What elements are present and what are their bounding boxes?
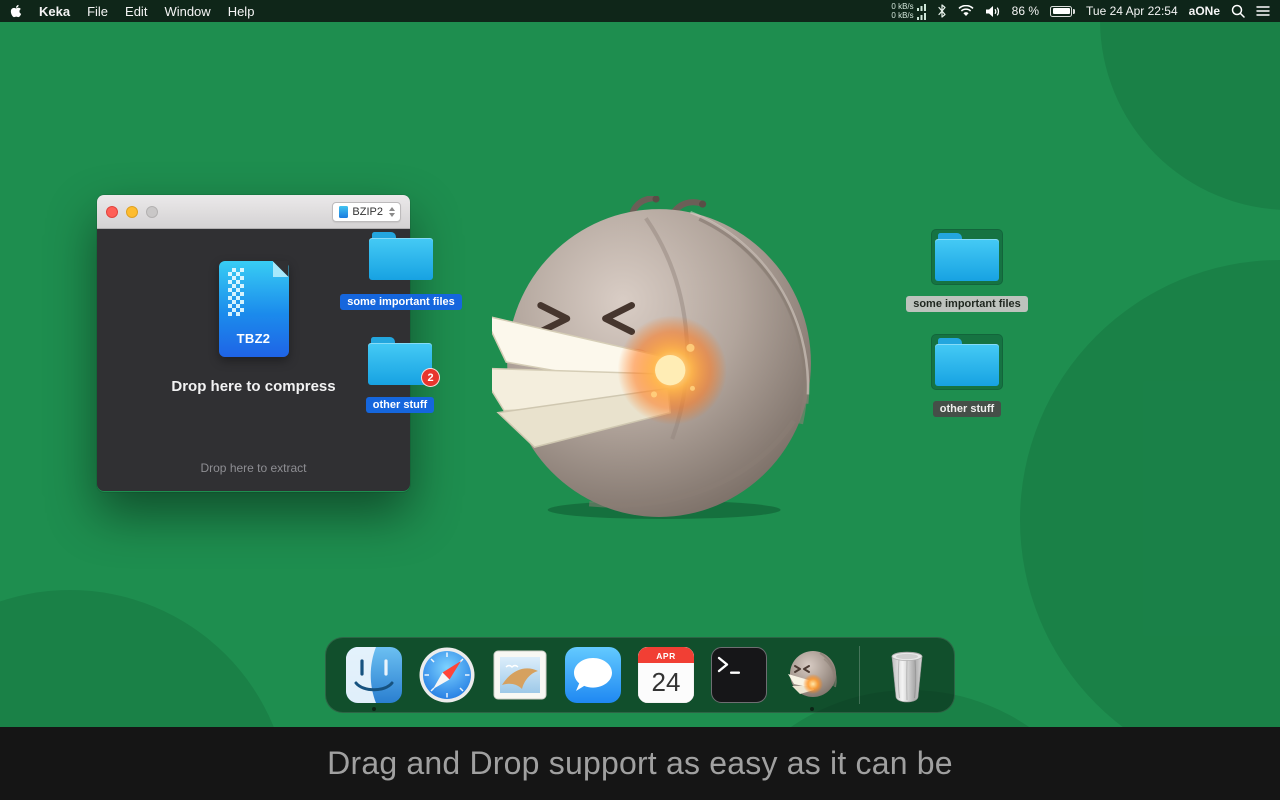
- user-account-menu[interactable]: aONe: [1189, 4, 1220, 18]
- desktop: Keka File Edit Window Help 0 kB/s 0 kB/s: [0, 0, 1280, 800]
- wifi-icon[interactable]: [958, 5, 974, 17]
- finder-icon: [345, 647, 402, 703]
- format-select[interactable]: BZIP2: [332, 201, 401, 222]
- archive-file-icon: [339, 205, 349, 218]
- close-button[interactable]: [106, 205, 118, 218]
- compress-hint: Drop here to compress: [171, 378, 336, 395]
- bluetooth-icon[interactable]: [937, 4, 947, 18]
- menu-item-edit[interactable]: Edit: [125, 4, 147, 19]
- folder-label: some important files: [906, 296, 1028, 312]
- network-down-speed: 0 kB/s: [891, 10, 914, 20]
- bar-graph-icon: [916, 12, 926, 20]
- calendar-day: 24: [651, 667, 680, 697]
- file-type-label: TBZ2: [236, 331, 271, 346]
- running-indicator: [809, 707, 814, 711]
- folder-icon: 2: [368, 337, 440, 387]
- dock-item-trash[interactable]: [879, 647, 935, 703]
- spotlight-search-icon[interactable]: [1231, 4, 1245, 18]
- calendar-icon: APR 24: [637, 646, 694, 704]
- safari-icon: [419, 647, 474, 703]
- folder-label: other stuff: [932, 401, 1002, 417]
- battery-percentage: 86 %: [1011, 4, 1040, 18]
- dock-separator: [858, 646, 860, 704]
- drag-label: other stuff: [365, 397, 435, 413]
- folder-icon: [935, 233, 999, 281]
- battery-icon[interactable]: [1050, 5, 1076, 17]
- format-select-value: BZIP2: [352, 205, 383, 218]
- keka-app-icon: [787, 651, 837, 697]
- dock-item-safari[interactable]: [419, 647, 475, 703]
- background-circle: [1020, 260, 1280, 780]
- app-menu-title[interactable]: Keka: [39, 4, 70, 19]
- dock-item-messages[interactable]: [564, 647, 621, 703]
- calendar-month: APR: [656, 651, 675, 661]
- apple-menu-icon[interactable]: [10, 4, 22, 18]
- mail-stamp-icon: [493, 650, 546, 700]
- dock-item-finder[interactable]: [345, 647, 402, 711]
- bar-graph-icon: [916, 3, 926, 11]
- selection-highlight: [932, 230, 1002, 284]
- keka-mascot-illustration: [476, 194, 816, 520]
- extract-drop-zone[interactable]: Drop here to extract: [97, 461, 410, 475]
- menu-item-file[interactable]: File: [87, 4, 108, 19]
- network-up-speed: 0 kB/s: [891, 1, 914, 11]
- caption-text: Drag and Drop support as easy as it can …: [327, 745, 953, 781]
- selection-highlight: [932, 335, 1002, 389]
- folder-icon: [935, 338, 999, 386]
- volume-icon[interactable]: [985, 5, 1001, 18]
- window-titlebar[interactable]: BZIP2: [97, 195, 410, 229]
- menu-bar: Keka File Edit Window Help 0 kB/s 0 kB/s: [0, 0, 1280, 22]
- notification-center-icon[interactable]: [1256, 5, 1270, 17]
- running-indicator: [371, 707, 376, 711]
- dragged-folder-other-stuff[interactable]: 2 other stuff: [352, 337, 448, 413]
- dock-item-mail[interactable]: [492, 647, 548, 703]
- menu-bar-clock[interactable]: Tue 24 Apr 22:54: [1086, 4, 1178, 18]
- desktop-folder-important-files[interactable]: some important files: [897, 230, 1037, 312]
- caption-bar: Drag and Drop support as easy as it can …: [0, 727, 1280, 800]
- network-throughput-menulet[interactable]: 0 kB/s 0 kB/s: [891, 1, 926, 20]
- dock-item-keka[interactable]: [784, 647, 840, 711]
- folder-icon: [369, 232, 433, 280]
- menu-item-help[interactable]: Help: [228, 4, 255, 19]
- item-count-badge: 2: [421, 368, 440, 387]
- dock-item-terminal[interactable]: [710, 647, 767, 703]
- checker-pattern: [227, 268, 244, 316]
- chevron-up-down-icon: [389, 206, 395, 217]
- zoom-button[interactable]: [146, 205, 158, 218]
- drag-label: some important files: [340, 294, 462, 310]
- tbz2-file-icon: TBZ2: [218, 261, 289, 357]
- menu-item-window[interactable]: Window: [164, 4, 210, 19]
- traffic-lights: [106, 205, 158, 218]
- trash-icon: [891, 651, 922, 703]
- dock-item-calendar[interactable]: APR 24: [637, 646, 694, 704]
- dragged-folder-important-files[interactable]: some important files: [340, 232, 462, 310]
- background-circle: [1100, 0, 1280, 210]
- desktop-folder-other-stuff[interactable]: other stuff: [897, 335, 1037, 417]
- messages-icon: [564, 647, 621, 703]
- dock: APR 24: [325, 637, 955, 713]
- minimize-button[interactable]: [126, 205, 138, 218]
- terminal-icon: [710, 647, 767, 703]
